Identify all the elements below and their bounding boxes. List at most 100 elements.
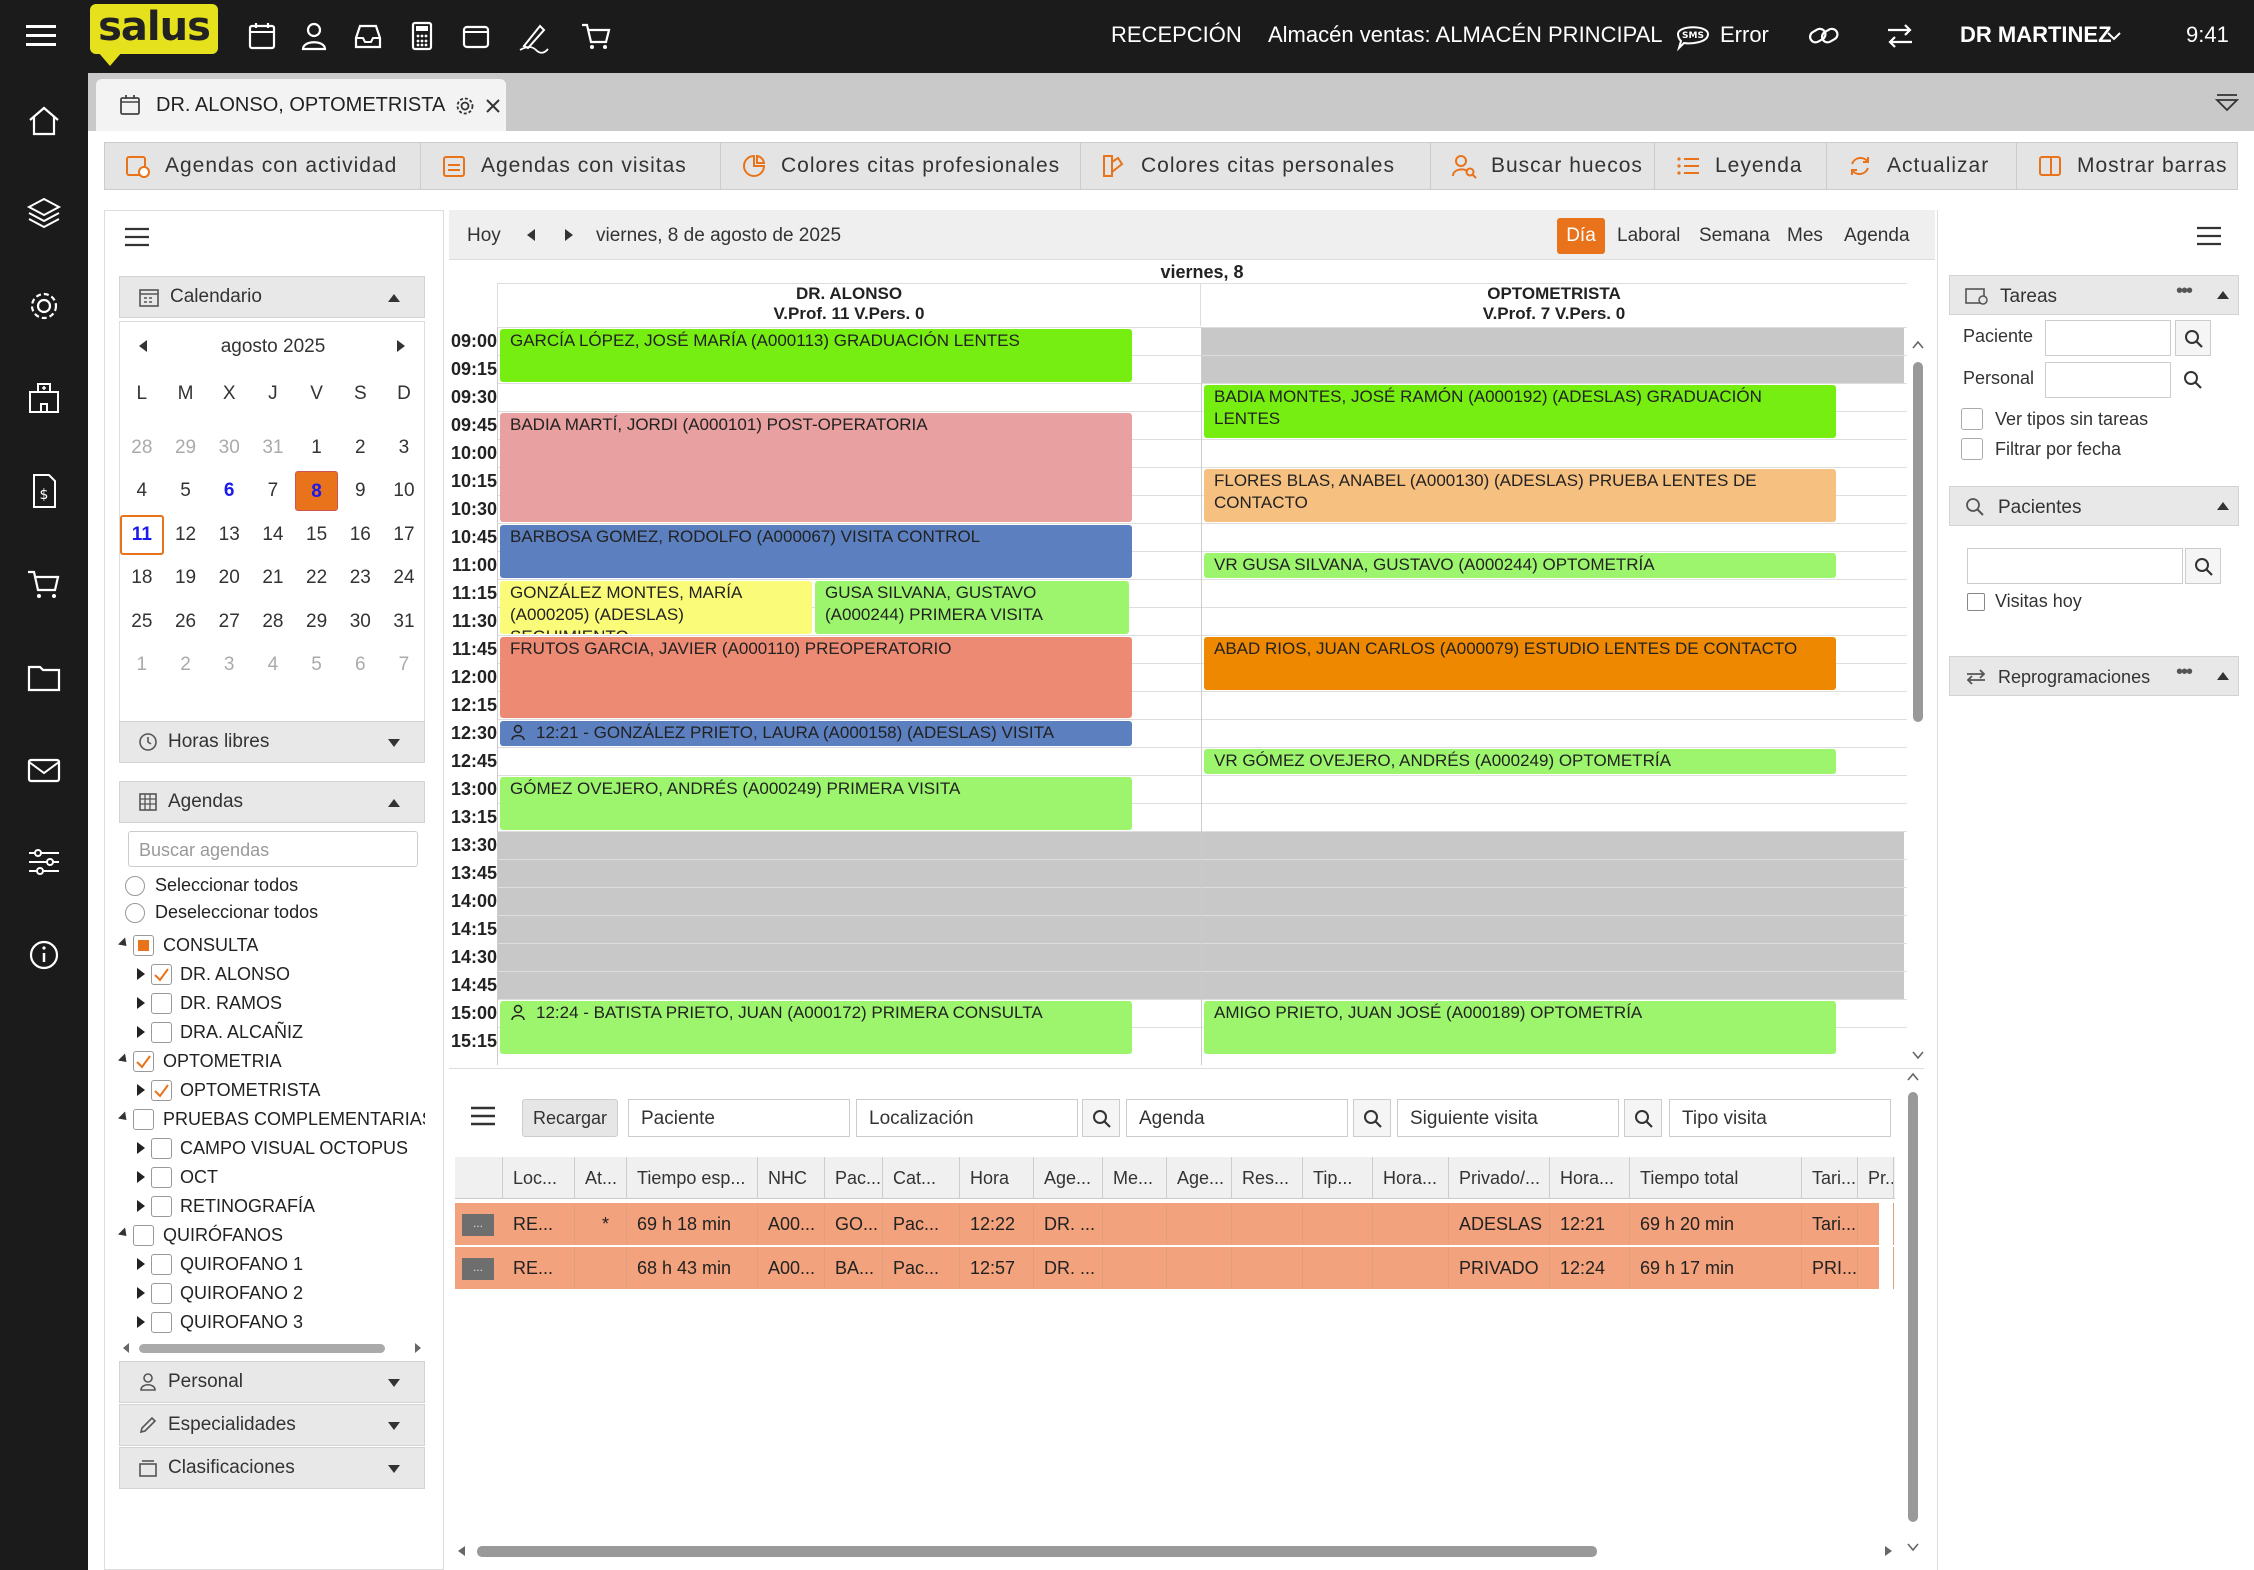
agenda-checkbox[interactable] bbox=[151, 1254, 172, 1275]
agenda-checkbox[interactable] bbox=[151, 1022, 172, 1043]
queue-column-header[interactable]: Hora... bbox=[1373, 1157, 1449, 1199]
cart-icon[interactable] bbox=[578, 18, 614, 54]
appointment[interactable]: GÓMEZ OVEJERO, ANDRÉS (A000249) PRIMERA … bbox=[500, 777, 1132, 830]
wallet-icon[interactable] bbox=[458, 18, 494, 54]
queue-column-header[interactable]: Hora... bbox=[1550, 1157, 1630, 1199]
view-dia[interactable]: Día bbox=[1557, 218, 1605, 254]
inbox-icon[interactable] bbox=[350, 18, 386, 54]
collapse-up-icon[interactable] bbox=[386, 796, 402, 810]
appointment[interactable]: GARCÍA LÓPEZ, JOSÉ MARÍA (A000113) GRADU… bbox=[500, 329, 1132, 382]
visitas-hoy-checkbox[interactable] bbox=[1967, 593, 1985, 611]
scroll-down-icon[interactable] bbox=[1912, 1050, 1924, 1060]
appointment[interactable]: 12:21 - GONZÁLEZ PRIETO, LAURA (A000158)… bbox=[500, 721, 1132, 746]
calendar-day[interactable]: 3 bbox=[382, 437, 426, 459]
calendar-day[interactable]: 5 bbox=[295, 654, 339, 676]
view-mes[interactable]: Mes bbox=[1787, 218, 1823, 254]
row-action-button[interactable]: ... bbox=[462, 1258, 494, 1280]
collapse-up-icon[interactable] bbox=[2216, 289, 2230, 301]
agenda-tree-item[interactable]: PRUEBAS COMPLEMENTARIAS bbox=[115, 1105, 425, 1134]
agenda-tree-item[interactable]: QUIROFANO 1 bbox=[115, 1250, 425, 1279]
reprogramaciones-header[interactable]: Reprogramaciones ••• bbox=[1949, 656, 2239, 696]
collapse-up-icon[interactable] bbox=[2216, 670, 2230, 682]
user-icon[interactable] bbox=[296, 18, 332, 54]
agenda-checkbox[interactable] bbox=[151, 1167, 172, 1188]
agenda-checkbox[interactable] bbox=[133, 935, 154, 956]
agenda-checkbox[interactable] bbox=[151, 1283, 172, 1304]
expand-triangle-icon[interactable] bbox=[137, 1316, 145, 1328]
deselect-all-option[interactable]: Deseleccionar todos bbox=[125, 902, 318, 924]
agenda-tree-item[interactable]: DR. RAMOS bbox=[115, 989, 425, 1018]
appointment[interactable]: VR GUSA SILVANA, GUSTAVO (A000244) OPTOM… bbox=[1204, 553, 1836, 578]
queue-column-header[interactable]: Res... bbox=[1232, 1157, 1303, 1199]
mail-icon[interactable] bbox=[24, 750, 64, 790]
folder-icon[interactable] bbox=[24, 657, 64, 697]
calendar-day[interactable]: 31 bbox=[382, 611, 426, 633]
queue-column-header[interactable]: Tiempo total bbox=[1630, 1157, 1802, 1199]
sliders-icon[interactable] bbox=[24, 842, 64, 882]
calendar-day[interactable]: 28 bbox=[120, 437, 164, 459]
queue-column-header[interactable]: NHC bbox=[758, 1157, 825, 1199]
calendar-day[interactable]: 1 bbox=[120, 654, 164, 676]
home-icon[interactable] bbox=[24, 101, 64, 141]
queue-column-header[interactable]: Age... bbox=[1034, 1157, 1103, 1199]
personal-header[interactable]: Personal bbox=[119, 1361, 425, 1403]
agenda-tree-item[interactable]: QUIROFANO 3 bbox=[115, 1308, 425, 1337]
appointment[interactable]: BADIA MONTES, JOSÉ RAMÓN (A000192) (ADES… bbox=[1204, 385, 1836, 438]
calendar-day[interactable]: 16 bbox=[338, 524, 382, 546]
agenda-checkbox[interactable] bbox=[151, 1080, 172, 1101]
calendar-day[interactable]: 6 bbox=[207, 480, 251, 502]
calendar-day[interactable]: 14 bbox=[251, 524, 295, 546]
scroll-up-icon[interactable] bbox=[1912, 340, 1924, 350]
calendar-icon[interactable] bbox=[244, 18, 280, 54]
calendar-day[interactable]: 5 bbox=[164, 480, 208, 502]
queue-column-header[interactable]: Age... bbox=[1167, 1157, 1232, 1199]
agenda-tree-item[interactable]: OCT bbox=[115, 1163, 425, 1192]
queue-column-header[interactable]: Tip... bbox=[1303, 1157, 1373, 1199]
queue-scroll-thumb[interactable] bbox=[1908, 1092, 1918, 1522]
collapse-triangle-icon[interactable] bbox=[117, 937, 131, 950]
calendar-day[interactable]: 21 bbox=[251, 567, 295, 589]
queue-column-header[interactable]: Tiempo esp... bbox=[627, 1157, 758, 1199]
view-agenda[interactable]: Agenda bbox=[1844, 218, 1910, 254]
calendar-day[interactable]: 31 bbox=[251, 437, 295, 459]
more-options-icon[interactable]: ••• bbox=[2176, 661, 2193, 684]
scroll-down-icon[interactable] bbox=[1907, 1542, 1919, 1552]
agenda-checkbox[interactable] bbox=[133, 1051, 154, 1072]
calendar-day[interactable]: 4 bbox=[120, 480, 164, 502]
visit-type-filter[interactable]: Tipo visita bbox=[1669, 1099, 1891, 1137]
clasificaciones-header[interactable]: Clasificaciones bbox=[119, 1447, 425, 1489]
calendario-header[interactable]: Calendario bbox=[119, 276, 425, 318]
link-icon[interactable] bbox=[1806, 18, 1842, 54]
agenda-tree-item[interactable]: QUIRÓFANOS bbox=[115, 1221, 425, 1250]
horas-libres-header[interactable]: Horas libres bbox=[119, 721, 425, 763]
menu-icon[interactable] bbox=[26, 22, 58, 50]
calendar-day[interactable]: 6 bbox=[338, 654, 382, 676]
agenda-checkbox[interactable] bbox=[151, 1138, 172, 1159]
agenda-checkbox[interactable] bbox=[133, 1109, 154, 1130]
appointment[interactable]: FLORES BLAS, ANABEL (A000130) (ADESLAS) … bbox=[1204, 469, 1836, 522]
next-month-icon[interactable] bbox=[394, 338, 408, 354]
right-menu-icon[interactable] bbox=[2195, 224, 2223, 248]
location-filter[interactable]: Localización bbox=[856, 1099, 1078, 1137]
agendas-search-input[interactable]: Buscar agendas bbox=[128, 831, 418, 867]
expand-triangle-icon[interactable] bbox=[137, 997, 145, 1009]
calendar-day[interactable]: 3 bbox=[207, 654, 251, 676]
appointment[interactable]: FRUTOS GARCIA, JAVIER (A000110) PREOPERA… bbox=[500, 637, 1132, 718]
agendas-actividad-button[interactable]: Agendas con actividad bbox=[105, 143, 421, 189]
agenda-checkbox[interactable] bbox=[133, 1225, 154, 1246]
expand-triangle-icon[interactable] bbox=[137, 1026, 145, 1038]
today-button[interactable]: Hoy bbox=[467, 218, 501, 254]
calendar-day[interactable]: 30 bbox=[207, 437, 251, 459]
calendar-day[interactable]: 11 bbox=[120, 514, 164, 555]
calendar-day[interactable]: 23 bbox=[338, 567, 382, 589]
more-options-icon[interactable]: ••• bbox=[2176, 280, 2193, 303]
tree-scroll-thumb[interactable] bbox=[139, 1344, 385, 1353]
calendar-day[interactable]: 7 bbox=[382, 654, 426, 676]
pacientes-header[interactable]: Pacientes bbox=[1949, 486, 2239, 526]
appointment[interactable]: BADIA MARTÍ, JORDI (A000101) POST-OPERAT… bbox=[500, 413, 1132, 522]
calendar-day[interactable]: 2 bbox=[164, 654, 208, 676]
appointment[interactable]: AMIGO PRIETO, JUAN JOSÉ (A000189) OPTOME… bbox=[1204, 1001, 1836, 1054]
tab-settings-icon[interactable] bbox=[454, 95, 476, 117]
signature-icon[interactable] bbox=[516, 18, 552, 54]
invoice-icon[interactable]: $ bbox=[24, 471, 64, 511]
